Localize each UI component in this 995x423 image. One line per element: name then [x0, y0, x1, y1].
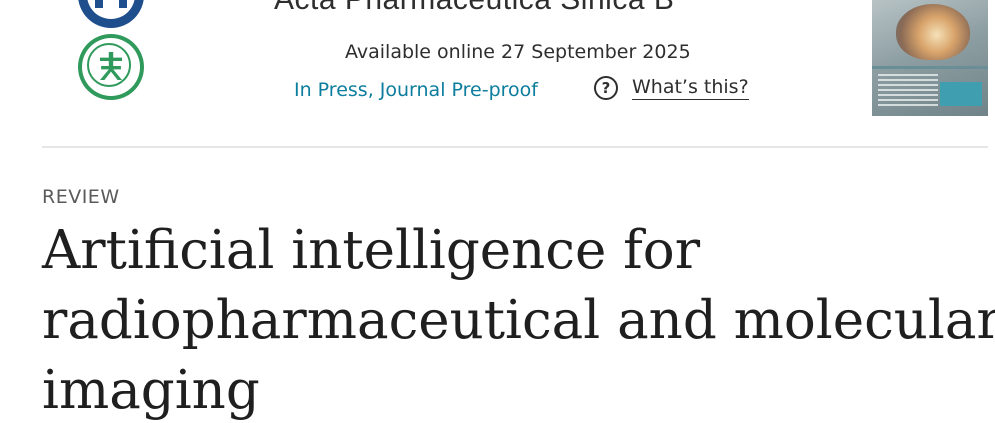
cover-accent-panel [940, 82, 982, 106]
article-title-line: Artificial intelligence for [42, 220, 701, 281]
cover-brain-graphic [896, 4, 970, 60]
cover-text-block [878, 74, 938, 108]
journal-title[interactable]: Acta Pharmaceutica Sinica B [274, 0, 674, 17]
article-type-label: REVIEW [42, 186, 120, 208]
available-online-date: Available online 27 September 2025 [345, 41, 691, 63]
institution-logo-icon[interactable] [78, 0, 144, 28]
question-circle-icon[interactable]: ? [594, 76, 618, 100]
header-divider [42, 146, 988, 148]
whats-this-link[interactable]: What’s this? [632, 76, 749, 100]
article-title-line: imaging [42, 360, 260, 421]
institution-logo-inner [87, 0, 135, 19]
society-logo-icon[interactable] [78, 34, 144, 100]
in-press-status-link[interactable]: In Press, Journal Pre-proof [294, 79, 538, 101]
cover-divider [872, 66, 988, 69]
journal-cover-image[interactable] [872, 0, 988, 116]
article-title: Artificial intelligence for radiopharmac… [42, 216, 995, 423]
whats-this-help[interactable]: ? What’s this? [594, 76, 749, 100]
article-title-line: radiopharmaceutical and molecular [42, 290, 995, 351]
